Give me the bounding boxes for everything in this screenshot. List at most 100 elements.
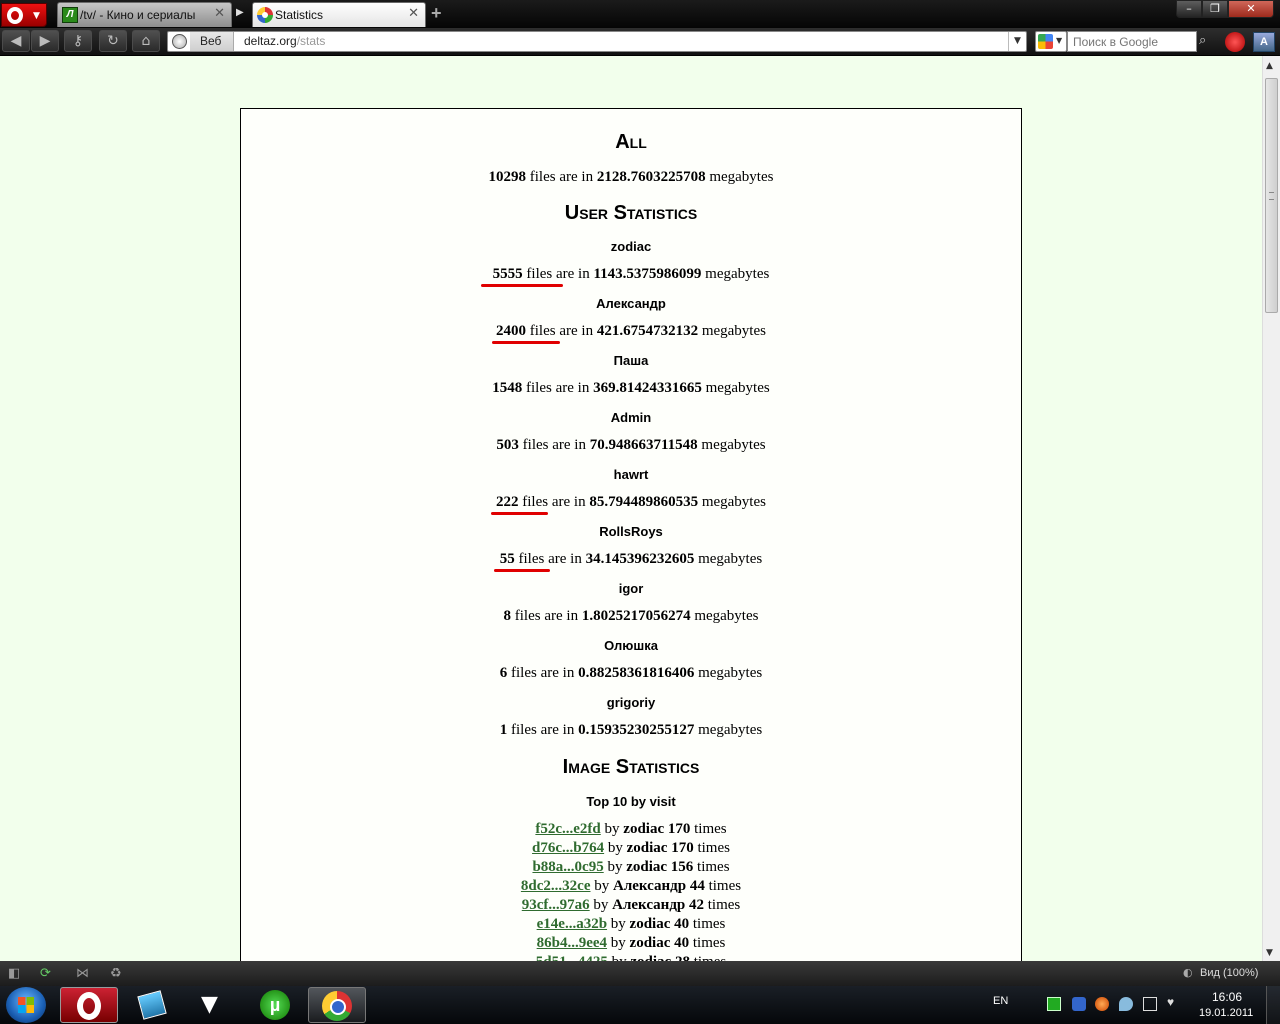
start-button[interactable] bbox=[6, 987, 46, 1023]
maximize-button[interactable]: ❐ bbox=[1202, 0, 1228, 18]
url-text[interactable]: deltaz.org/stats bbox=[244, 34, 325, 48]
adblock-extension-icon[interactable] bbox=[1225, 32, 1245, 52]
tab-title: /tv/ - Кино и сериалы bbox=[80, 8, 196, 22]
bluetooth-icon[interactable] bbox=[1072, 997, 1086, 1011]
clock-date[interactable]: 19.01.2011 bbox=[1199, 1007, 1253, 1019]
image-link[interactable]: e14e...a32b bbox=[537, 916, 607, 932]
by-text: by bbox=[604, 840, 627, 856]
top-image-row: e14e...a32b by zodiac 40 times bbox=[241, 916, 1021, 933]
image-link[interactable]: f52c...e2fd bbox=[535, 821, 600, 837]
opera-logo-icon bbox=[7, 7, 23, 24]
fox-icon: ▼ bbox=[201, 992, 218, 1017]
file-count: 8 bbox=[503, 608, 512, 624]
scroll-down-icon[interactable]: ▼ bbox=[1266, 948, 1273, 958]
chevron-down-icon[interactable]: ▼ bbox=[1008, 32, 1026, 51]
visit-count: 40 bbox=[674, 935, 690, 951]
times-text: times bbox=[693, 859, 730, 875]
close-icon[interactable]: ✕ bbox=[408, 6, 419, 21]
search-icon[interactable]: ⌕ bbox=[1199, 33, 1215, 49]
url-host: deltaz.org bbox=[244, 34, 297, 48]
visit-count: 156 bbox=[670, 859, 694, 875]
tab-statistics[interactable]: Statistics ✕ bbox=[252, 2, 426, 27]
user-name: grigoriy bbox=[606, 695, 656, 710]
visit-count: 28 bbox=[675, 954, 690, 961]
line-text: megabytes bbox=[698, 323, 766, 339]
user-name: Admin bbox=[610, 410, 652, 425]
taskbar-foobar[interactable]: ▼ bbox=[184, 987, 242, 1023]
chat-icon[interactable] bbox=[1119, 997, 1133, 1011]
megabytes-value: 1.8025217056274 bbox=[581, 608, 691, 624]
back-button[interactable]: ◀ bbox=[2, 30, 30, 52]
close-window-button[interactable]: ✕ bbox=[1228, 0, 1274, 18]
close-icon[interactable]: ✕ bbox=[214, 6, 225, 21]
line-text: megabytes bbox=[698, 494, 766, 510]
image-link[interactable]: d76c...b764 bbox=[532, 840, 604, 856]
url-field[interactable]: Веб deltaz.org/stats ▼ bbox=[167, 31, 1027, 52]
line-text: megabytes bbox=[694, 551, 763, 567]
tab-tv[interactable]: Л /tv/ - Кино и сериалы ✕ bbox=[57, 2, 232, 27]
tab-scroll-arrow-icon[interactable]: ▶ bbox=[236, 7, 244, 18]
share-icon[interactable]: ⋈ bbox=[76, 966, 89, 981]
search-engine-selector[interactable]: ▼ bbox=[1035, 31, 1067, 52]
minimize-button[interactable]: – bbox=[1176, 0, 1202, 18]
line-text: files are in bbox=[514, 551, 586, 567]
chrome-icon bbox=[322, 991, 352, 1021]
top-image-row: 5d51...4425 by zodiac 28 times bbox=[241, 954, 1021, 961]
page-viewport: All 10298 files are in 2128.7603225708 me… bbox=[0, 56, 1262, 961]
taskbar-utorrent[interactable]: µ bbox=[246, 987, 304, 1023]
search-input[interactable] bbox=[1067, 31, 1197, 52]
top-image-row: 8dc2...32ce by Александр 44 times bbox=[241, 878, 1021, 895]
image-link[interactable]: 8dc2...32ce bbox=[521, 878, 591, 894]
image-link[interactable]: 93cf...97a6 bbox=[522, 897, 590, 913]
image-statistics-heading: Image Statistics bbox=[562, 756, 700, 778]
user-name: Паша bbox=[613, 353, 649, 368]
line-text: megabytes bbox=[705, 169, 774, 185]
show-desktop-button[interactable] bbox=[1266, 986, 1280, 1024]
translate-extension-icon[interactable]: A bbox=[1253, 32, 1275, 52]
opera-menu-button[interactable]: ▼ bbox=[1, 3, 47, 27]
megabytes-value: 0.15935230255127 bbox=[578, 722, 695, 738]
taskbar-chrome[interactable] bbox=[308, 987, 366, 1023]
recycle-icon[interactable]: ♻ bbox=[110, 966, 122, 981]
image-link[interactable]: b88a...0c95 bbox=[532, 859, 603, 875]
line-text: files are in bbox=[507, 722, 579, 738]
scroll-up-icon[interactable]: ▲ bbox=[1266, 61, 1273, 71]
image-link[interactable]: 5d51...4425 bbox=[536, 954, 608, 961]
sync-icon[interactable]: ⟳ bbox=[40, 966, 51, 981]
visit-count: 42 bbox=[689, 897, 704, 913]
key-icon[interactable]: ⚷ bbox=[64, 30, 92, 52]
user-stats-line: 222 files are in 85.794489860535 megabyt… bbox=[241, 494, 1021, 511]
url-path: /stats bbox=[296, 34, 326, 48]
megabytes-value: 1143.5375986099 bbox=[593, 266, 702, 282]
image-owner: zodiac bbox=[630, 954, 675, 961]
times-text: times bbox=[693, 840, 730, 856]
volume-icon[interactable]: ♥ bbox=[1167, 995, 1181, 1009]
visit-count: 170 bbox=[667, 821, 691, 837]
taskbar-app[interactable] bbox=[122, 987, 180, 1023]
network-icon[interactable] bbox=[1143, 997, 1157, 1011]
chevron-down-icon: ▼ bbox=[33, 11, 40, 21]
tray-flower-icon[interactable] bbox=[1095, 997, 1109, 1011]
by-text: by bbox=[607, 935, 630, 951]
line-text: megabytes bbox=[694, 665, 763, 681]
new-tab-button[interactable]: + bbox=[431, 3, 442, 24]
reload-button[interactable]: ↻ bbox=[99, 30, 127, 52]
by-text: by bbox=[608, 954, 631, 961]
zoom-level[interactable]: Вид (100%) bbox=[1200, 967, 1258, 979]
home-button[interactable]: ⌂ bbox=[132, 30, 160, 52]
line-text: files are in bbox=[518, 437, 590, 453]
tray-app-icon[interactable] bbox=[1047, 997, 1061, 1011]
image-link[interactable]: 86b4...9ee4 bbox=[537, 935, 607, 951]
red-underline-annotation bbox=[481, 284, 563, 287]
forward-button[interactable]: ▶ bbox=[31, 30, 59, 52]
vertical-scrollbar[interactable]: ▲ ▼ bbox=[1262, 56, 1280, 961]
scrollbar-thumb[interactable] bbox=[1265, 78, 1278, 313]
taskbar-opera[interactable] bbox=[60, 987, 118, 1023]
status-bar: ◧ ⟳ ⋈ ♻ ◐ Вид (100%) bbox=[0, 961, 1280, 986]
clock-time[interactable]: 16:06 bbox=[1212, 990, 1242, 1004]
file-count: 503 bbox=[496, 437, 519, 453]
panel-toggle-icon[interactable]: ◧ bbox=[8, 966, 20, 981]
language-indicator[interactable]: EN bbox=[993, 995, 1008, 1007]
image-owner: Александр bbox=[612, 878, 690, 894]
user-stats-line: 55 files are in 34.145396232605 megabyte… bbox=[241, 551, 1021, 568]
